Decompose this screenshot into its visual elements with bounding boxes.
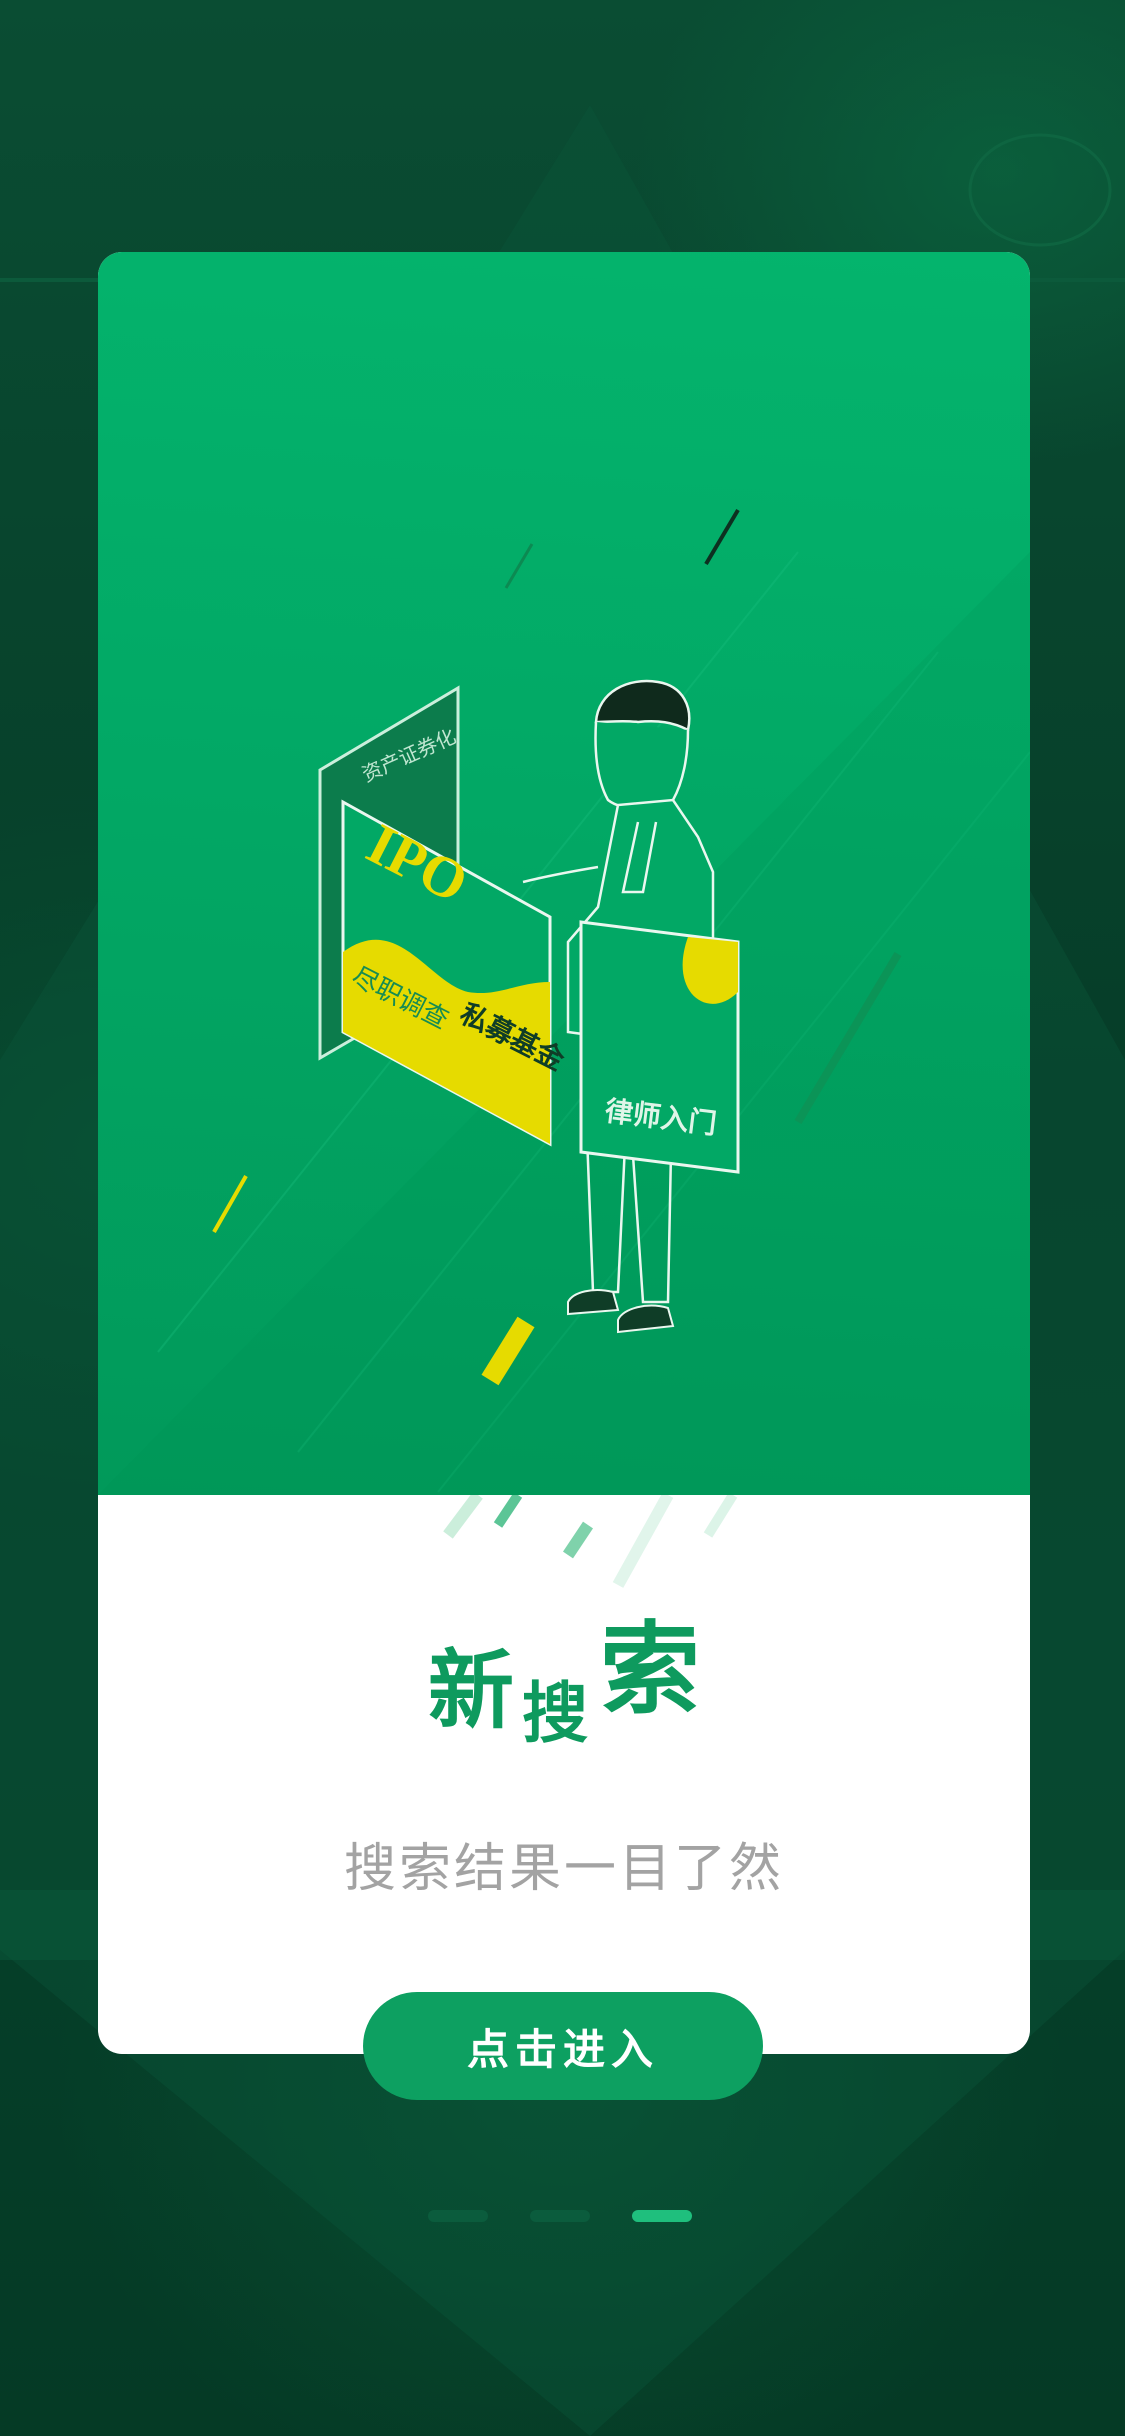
subtitle: 搜索结果一目了然	[343, 1839, 784, 1899]
enter-button[interactable]: 点击进入	[363, 1992, 763, 2100]
title-char-1: 新	[428, 1641, 514, 1741]
page-dot-1[interactable]	[428, 2210, 488, 2222]
title-char-2: 搜	[522, 1675, 588, 1752]
page-dot-2[interactable]	[530, 2210, 590, 2222]
page-dot-3-active[interactable]	[632, 2210, 692, 2222]
decor-stripes	[443, 1495, 738, 1588]
hero-illustration: 资产证券化 IPO 尽职调查 私募基金 律师入门	[98, 252, 1030, 1495]
page-title: 新 搜 索	[98, 1611, 1030, 1762]
title-char-3: 索	[600, 1611, 700, 1728]
onboarding-card: 资产证券化 IPO 尽职调查 私募基金 律师入门 新 搜 索 搜索结果一目了然	[98, 252, 1030, 2054]
